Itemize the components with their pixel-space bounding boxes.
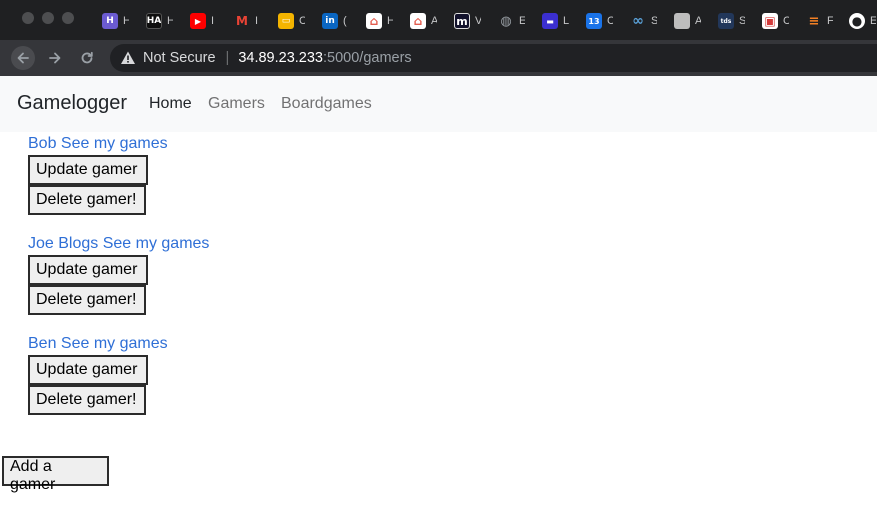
browser-tab[interactable]: ● E — [849, 11, 876, 31]
stackoverflow-icon: ≡ — [806, 13, 822, 29]
tab-title: H — [387, 15, 393, 27]
tab-title: ( — [343, 15, 347, 27]
update-gamer-button[interactable]: Update gamer — [28, 355, 148, 385]
arrow-right-icon — [49, 52, 61, 64]
globe-icon: ◍ — [498, 13, 514, 29]
tab-title: S — [739, 15, 745, 27]
slides-icon: ▭ — [278, 13, 294, 29]
youtube-icon: ▶ — [190, 13, 206, 29]
dashboard-icon: ▬ — [542, 13, 558, 29]
browser-tab[interactable]: ∞ S — [630, 11, 657, 31]
browser-tab-strip: H H HA H ▶ I M I ▭ C in ( ⌂ H ⌂ A m V ◍ … — [0, 0, 877, 40]
cloud-icon: ∞ — [630, 13, 646, 29]
url-path: :5000/gamers — [323, 50, 412, 66]
site-navbar: Gamelogger Home Gamers Boardgames — [0, 76, 877, 132]
trello-icon: ▣ — [762, 13, 778, 29]
tab-title: C — [607, 15, 613, 27]
nav-link-gamers[interactable]: Gamers — [208, 95, 265, 113]
browser-toolbar: Not Secure | 34.89.23.233:5000/gamers — [0, 40, 877, 76]
address-bar[interactable]: Not Secure | 34.89.23.233:5000/gamers — [110, 44, 877, 72]
window-minimize-button[interactable] — [42, 12, 54, 24]
tab-title: C — [783, 15, 789, 27]
tab-title: H — [123, 15, 129, 27]
calendar-icon: 13 — [586, 13, 602, 29]
gamer-games-link[interactable]: Ben See my games — [28, 333, 168, 355]
browser-tab[interactable]: ▣ C — [762, 11, 789, 31]
tab-title: E — [519, 15, 525, 27]
url-host: 34.89.23.233 — [238, 50, 323, 66]
browser-tab[interactable]: ▭ C — [278, 11, 305, 31]
gamer-entry: Joe Blogs See my games Update gamer Dele… — [28, 233, 209, 315]
browser-tab[interactable]: ▶ I — [190, 11, 217, 31]
gamer-entry: Ben See my games Update gamer Delete gam… — [28, 333, 168, 415]
browser-tab[interactable]: 13 C — [586, 11, 613, 31]
update-gamer-button[interactable]: Update gamer — [28, 255, 148, 285]
browser-tab[interactable]: H H — [102, 11, 129, 31]
add-gamer-button[interactable]: Add a gamer — [2, 456, 109, 493]
forward-button[interactable] — [43, 46, 67, 70]
tab-title: L — [563, 15, 569, 27]
home-icon: ⌂ — [410, 13, 426, 29]
medium-icon: m — [454, 13, 470, 29]
nav-link-boardgames[interactable]: Boardgames — [281, 95, 372, 113]
delete-gamer-button[interactable]: Delete gamer! — [28, 285, 146, 315]
tab-title: S — [651, 15, 657, 27]
divider: | — [225, 50, 230, 66]
window-close-button[interactable] — [22, 12, 34, 24]
browser-tab[interactable]: tds S — [718, 11, 745, 31]
tds-icon: tds — [718, 13, 734, 29]
window-zoom-button[interactable] — [62, 12, 74, 24]
hackerearth-icon: HA — [146, 13, 162, 29]
heroku-icon: H — [102, 13, 118, 29]
tab-title: I — [211, 15, 215, 27]
linkedin-icon: in — [322, 13, 338, 29]
tab-title: F — [827, 15, 833, 27]
update-gamer-button[interactable]: Update gamer — [28, 155, 148, 185]
gamer-games-link[interactable]: Joe Blogs See my games — [28, 233, 209, 255]
delete-gamer-button[interactable]: Delete gamer! — [28, 185, 146, 215]
arrow-left-icon — [17, 52, 29, 64]
browser-tab[interactable]: m V — [454, 11, 481, 31]
github-icon: ● — [849, 13, 865, 29]
tab-title: E — [870, 15, 876, 27]
tab-title: I — [255, 15, 259, 27]
brand-link[interactable]: Gamelogger — [17, 92, 127, 115]
browser-tab[interactable]: HA H — [146, 11, 173, 31]
gamer-games-link[interactable]: Bob See my games — [28, 133, 168, 155]
browser-tab[interactable]: ▬ L — [542, 11, 569, 31]
nav-link-home[interactable]: Home — [149, 95, 192, 113]
tab-title: A — [431, 15, 437, 27]
browser-tab[interactable]: in ( — [322, 11, 349, 31]
browser-tab[interactable]: ⌂ A — [410, 11, 437, 31]
delete-gamer-button[interactable]: Delete gamer! — [28, 385, 146, 415]
security-status: Not Secure — [143, 50, 216, 66]
browser-tab[interactable]: M I — [234, 11, 261, 31]
browser-tab[interactable]: A — [674, 11, 701, 31]
tab-title: A — [695, 15, 701, 27]
tab-title: V — [475, 15, 481, 27]
blank-icon — [674, 13, 690, 29]
warning-icon — [121, 51, 135, 64]
home-icon: ⌂ — [366, 13, 382, 29]
reload-button[interactable] — [75, 46, 99, 70]
tab-title: C — [299, 15, 305, 27]
back-button[interactable] — [11, 46, 35, 70]
browser-tab[interactable]: ⌂ H — [366, 11, 393, 31]
gamer-entry: Bob See my games Update gamer Delete gam… — [28, 133, 168, 215]
browser-tab[interactable]: ≡ F — [806, 11, 833, 31]
reload-icon — [81, 51, 93, 64]
browser-tab[interactable]: ◍ E — [498, 11, 525, 31]
gmail-icon: M — [234, 13, 250, 29]
tab-title: H — [167, 15, 173, 27]
